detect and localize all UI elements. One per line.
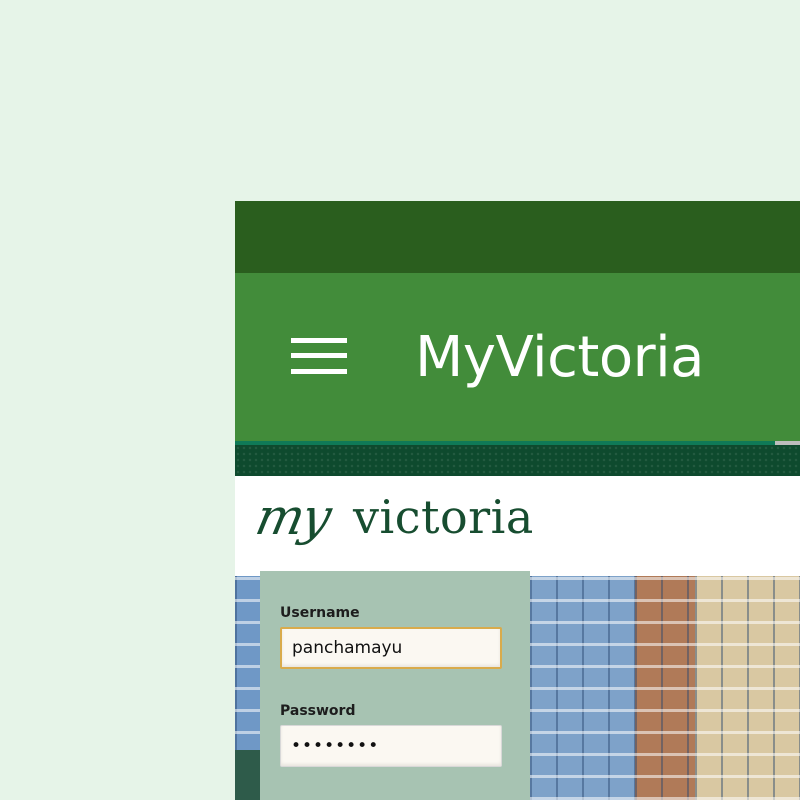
app-window: MyVictoria my victoria Username Password [235,201,800,800]
logo-victoria-text: victoria [353,490,534,544]
menu-icon-line [291,369,347,374]
menu-icon-line [291,338,347,343]
app-bar: MyVictoria [235,273,800,441]
login-form: Username Password [260,571,530,800]
building-facade [695,576,800,800]
app-title: MyVictoria [415,325,705,390]
username-input[interactable] [280,627,502,669]
logo-my-script: my [250,488,335,546]
decorative-pattern-band [235,445,800,476]
building-facade [530,576,640,800]
hamburger-menu-icon[interactable] [285,335,353,381]
password-label: Password [280,703,356,719]
menu-icon-line [291,353,347,358]
password-input[interactable] [280,725,502,767]
username-label: Username [280,605,360,621]
status-bar [235,201,800,273]
